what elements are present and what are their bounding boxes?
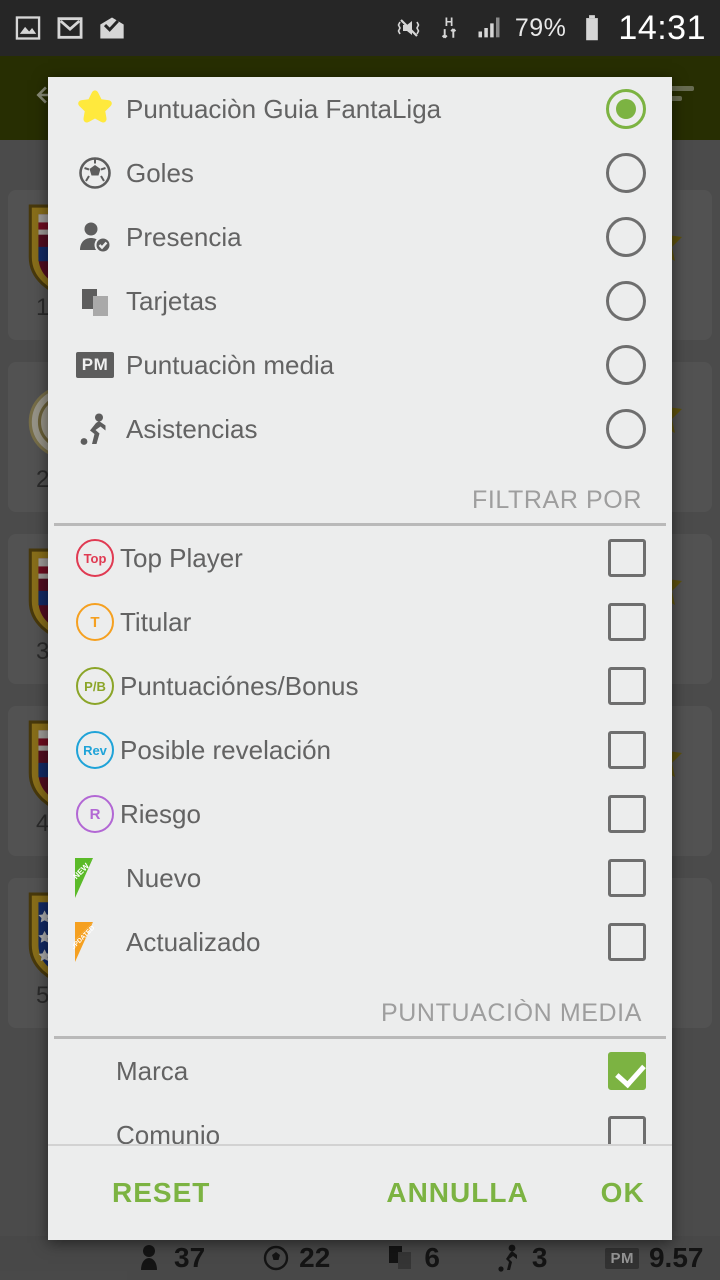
radio-button[interactable]	[606, 153, 646, 193]
top-badge-icon: Top	[70, 539, 120, 577]
sort-option-label: Goles	[126, 157, 194, 188]
filter-riesgo[interactable]: R Riesgo	[48, 782, 672, 846]
status-bar: H 79% 14:31	[0, 0, 720, 56]
new-ribbon-icon: NEW	[70, 856, 120, 900]
filter-posible-revelacion[interactable]: Rev Posible revelación	[48, 718, 672, 782]
sort-option-label: Puntuaciòn media	[126, 349, 335, 380]
radio-button[interactable]	[606, 281, 646, 321]
titular-badge-icon: T	[70, 603, 120, 641]
radio-button[interactable]	[606, 345, 646, 385]
svg-text:H: H	[445, 15, 454, 29]
cards-icon	[70, 284, 120, 318]
sort-option-asistencias[interactable]: Asistencias	[48, 397, 672, 461]
dialog-body: Puntuaciòn Guia FantaLiga Goles Presenci…	[48, 77, 672, 1144]
hspa-data-icon: H	[441, 15, 457, 39]
checkbox[interactable]	[608, 603, 646, 641]
image-icon	[15, 16, 41, 40]
checkbox[interactable]	[608, 795, 646, 833]
badge-text: Top	[76, 539, 114, 577]
filter-label: Top Player	[120, 542, 243, 573]
sort-option-goles[interactable]: Goles	[48, 141, 672, 205]
running-player-icon	[70, 412, 120, 446]
checkbox[interactable]	[608, 859, 646, 897]
ok-button[interactable]: OK	[593, 1167, 653, 1219]
bonus-badge-icon: P/B	[70, 667, 120, 705]
sort-option-label: Puntuaciòn Guia FantaLiga	[126, 93, 442, 124]
sort-option-presencia[interactable]: Presencia	[48, 205, 672, 269]
filter-top-player[interactable]: Top Top Player	[48, 526, 672, 590]
sort-option-label: Presencia	[126, 221, 242, 252]
star-icon	[70, 89, 120, 129]
battery-percent: 79%	[514, 13, 567, 42]
sort-option-puntuacion-media[interactable]: PM Puntuaciòn media	[48, 333, 672, 397]
source-marca[interactable]: Marca	[48, 1039, 672, 1103]
pm-badge-text: PM	[75, 352, 115, 378]
checkbox[interactable]	[608, 1052, 646, 1090]
filter-label: Actualizado	[126, 926, 261, 957]
checkbox[interactable]	[608, 731, 646, 769]
sort-option-label: Tarjetas	[126, 285, 218, 316]
badge-text: P/B	[76, 667, 114, 705]
riesgo-badge-icon: R	[70, 795, 120, 833]
status-clock: 14:31	[618, 8, 706, 47]
checkbox[interactable]	[608, 1116, 646, 1144]
filter-actualizado[interactable]: UPDATED Actualizado	[48, 910, 672, 974]
badge-text: R	[76, 795, 114, 833]
filter-titular[interactable]: T Titular	[48, 590, 672, 654]
sort-option-label: Asistencias	[126, 413, 258, 444]
filter-label: Nuevo	[126, 862, 202, 893]
gmail-icon	[57, 17, 83, 39]
updated-ribbon-icon: UPDATED	[70, 920, 120, 964]
battery-icon	[586, 15, 599, 41]
source-label: Marca	[116, 1055, 189, 1086]
filter-label: Riesgo	[120, 798, 201, 829]
radio-button[interactable]	[606, 89, 646, 129]
checkbox[interactable]	[608, 667, 646, 705]
badge-text: Rev	[76, 731, 114, 769]
radio-button[interactable]	[606, 217, 646, 257]
reset-button[interactable]: RESET	[104, 1167, 218, 1219]
filter-label: Puntuaciónes/Bonus	[120, 670, 359, 701]
signal-bars-icon	[478, 17, 500, 38]
vibrate-mute-icon	[397, 19, 420, 37]
average-section-header: PUNTUACIÒN MEDIA	[380, 999, 642, 1027]
filter-label: Posible revelación	[120, 734, 332, 765]
badge-text: T	[76, 603, 114, 641]
source-label: Comunio	[116, 1119, 221, 1145]
checkbox[interactable]	[608, 923, 646, 961]
pm-tag-icon: PM	[70, 352, 120, 378]
dialog-actions: RESET ANNULLA OK	[48, 1144, 672, 1240]
status-bar-system: H 79% 14:31	[395, 9, 706, 48]
checkbox[interactable]	[608, 539, 646, 577]
person-check-icon	[70, 220, 120, 254]
mail-open-icon	[100, 17, 124, 39]
filter-section-header: FILTRAR POR	[471, 486, 642, 514]
sort-option-puntuacion-guia[interactable]: Puntuaciòn Guia FantaLiga	[48, 77, 672, 141]
status-bar-notifications	[14, 14, 126, 42]
radio-button[interactable]	[606, 409, 646, 449]
filter-label: Titular	[120, 606, 192, 637]
filter-nuevo[interactable]: NEW Nuevo	[48, 846, 672, 910]
revelacion-badge-icon: Rev	[70, 731, 120, 769]
source-comunio[interactable]: Comunio	[48, 1103, 672, 1144]
sort-filter-dialog: Puntuaciòn Guia FantaLiga Goles Presenci…	[48, 77, 672, 1240]
sort-option-tarjetas[interactable]: Tarjetas	[48, 269, 672, 333]
soccer-ball-icon	[70, 156, 120, 190]
cancel-button[interactable]: ANNULLA	[378, 1167, 536, 1219]
filter-puntuaciones-bonus[interactable]: P/B Puntuaciónes/Bonus	[48, 654, 672, 718]
